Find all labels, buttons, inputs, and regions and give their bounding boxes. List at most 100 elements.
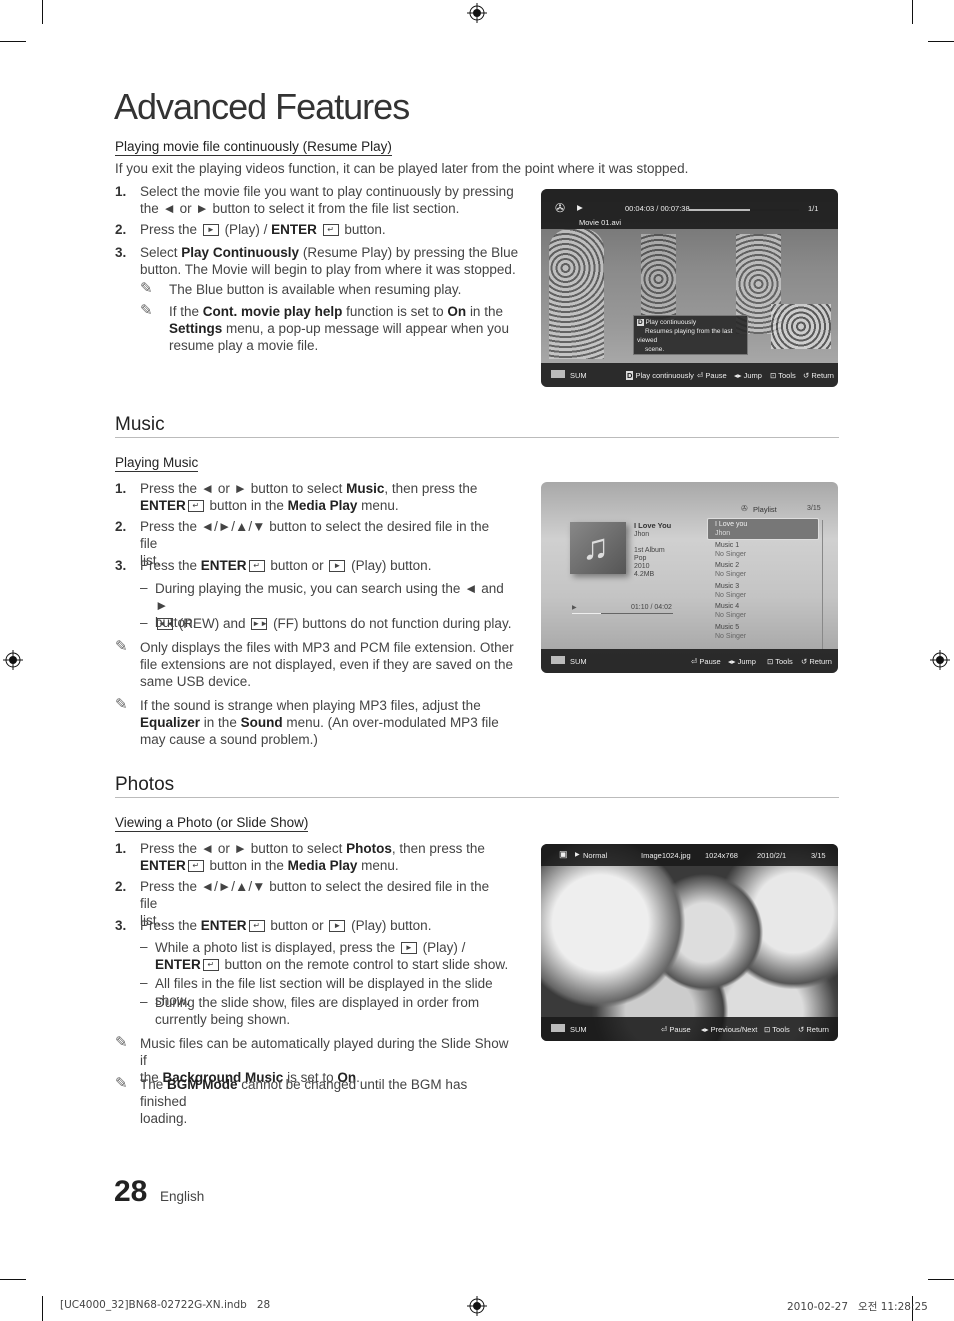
- previous-next-hint[interactable]: ◂▸ Previous/Next: [701, 1025, 757, 1034]
- return-hint[interactable]: ↺ Return: [798, 1025, 829, 1034]
- enter-key-icon: ↵: [187, 500, 204, 513]
- enter-key-label: ENTER: [140, 498, 186, 513]
- enter-key-icon: ↵: [248, 920, 265, 933]
- crop-mark: [928, 41, 954, 42]
- jump-hint[interactable]: ◂▸ Jump: [734, 371, 762, 380]
- movie-time: 00:04:03 / 00:07:38: [625, 204, 690, 213]
- section-divider: [115, 437, 839, 438]
- playlist-item-artist: No Singer: [715, 612, 747, 619]
- hint-label: Pause: [705, 371, 727, 380]
- step-text: button.: [344, 222, 386, 237]
- step-text: (Play) button.: [351, 918, 432, 933]
- photos-note-2: The BGM Mode cannot be changed until the…: [140, 1076, 515, 1127]
- hint-label: Tools: [772, 1025, 790, 1034]
- step-number: 1.: [115, 481, 127, 496]
- note-text: Only displays the files with MP3 and PCM…: [140, 640, 514, 655]
- slideshow-mode: Normal: [583, 851, 608, 860]
- left-right-arrows-icon: ◂▸: [728, 657, 736, 666]
- tools-hint[interactable]: ⊡ Tools: [770, 371, 796, 380]
- music-note-1: Only displays the files with MP3 and PCM…: [140, 639, 515, 690]
- crop-mark: [42, 1296, 43, 1321]
- note-text-part: menu, a pop-up message will appear when …: [226, 321, 509, 336]
- playlist-item[interactable]: Music 4 No Singer: [715, 602, 823, 620]
- playlist-icon: ✇: [741, 504, 748, 513]
- step-text: Press the ◄ or ► button to select: [140, 481, 343, 496]
- fast-forward-key-icon: ►►: [251, 618, 269, 631]
- photo-top-bar: ▣ ▶ Normal Image1024.jpg 1024x768 2010/2…: [541, 844, 838, 866]
- registration-mark-icon: [3, 650, 23, 670]
- step-text: menu.: [361, 858, 399, 873]
- resume-heading: Playing movie file continuously (Resume …: [115, 139, 392, 156]
- hint-label: Return: [811, 371, 834, 380]
- photos-step-3: Press the ENTER ↵ button or ► (Play) butt…: [140, 917, 510, 934]
- usb-device-icon: [551, 1024, 565, 1032]
- playlist-item[interactable]: Music 5 No Singer: [715, 623, 823, 641]
- bold-term: Media Play: [287, 498, 358, 513]
- pause-hint[interactable]: ⏎ Pause: [661, 1025, 691, 1034]
- movie-player-screenshot: ✇ ▶ 00:04:03 / 00:07:38 1/1 Movie 01.avi…: [541, 189, 838, 387]
- bold-term: BGM Mode: [167, 1077, 238, 1092]
- step-text: (Play) button.: [351, 558, 432, 573]
- movie-top-bar: ✇ ▶ 00:04:03 / 00:07:38 1/1 Movie 01.avi: [541, 189, 838, 229]
- step-text: button or: [270, 558, 324, 573]
- hint-label: Previous/Next: [710, 1025, 758, 1034]
- step-number: 2.: [115, 222, 127, 237]
- playlist-item[interactable]: I Love you Jhon: [715, 520, 823, 538]
- tools-icon: ⊡: [764, 1025, 771, 1034]
- playlist-item[interactable]: Music 3 No Singer: [715, 582, 823, 600]
- dash-bullet: –: [140, 580, 148, 595]
- music-player-screenshot: ✇ Playlist 3/15 ♫ I Love You Jhon 1st Al…: [541, 482, 838, 673]
- play-key-icon: ►: [329, 920, 346, 933]
- dash-text: currently being shown.: [155, 1012, 291, 1027]
- bold-term: Media Play: [287, 858, 358, 873]
- play-state-icon: ▶: [572, 605, 577, 611]
- return-icon: ↺: [803, 371, 810, 380]
- note-text: loading.: [140, 1111, 188, 1126]
- hint-label: Play continuously: [635, 371, 694, 380]
- step-number: 3.: [115, 245, 127, 260]
- pause-hint[interactable]: ⏎ Pause: [697, 371, 727, 380]
- playlist-item-title: Music 5: [715, 623, 740, 631]
- enter-key-icon: ↵: [248, 560, 265, 573]
- step-text: button in the: [209, 498, 284, 513]
- enter-key-label: ENTER: [200, 918, 247, 933]
- section-divider: [115, 797, 839, 798]
- return-hint[interactable]: ↺ Return: [801, 657, 832, 666]
- playlist-item[interactable]: Music 2 No Singer: [715, 561, 823, 579]
- pause-hint[interactable]: ⏎ Pause: [691, 657, 721, 666]
- play-key-icon: ►: [400, 942, 417, 955]
- note-text: If the Cont. movie play help function is…: [169, 303, 514, 354]
- device-label: SUM: [570, 657, 587, 666]
- play-continuously-hint[interactable]: D Play continuously: [626, 371, 694, 380]
- playlist-scrollbar[interactable]: [822, 520, 823, 650]
- bold-term: Cont. movie play help: [202, 304, 343, 319]
- track-genre: Pop: [634, 555, 647, 562]
- page-number: 28: [114, 1175, 148, 1208]
- tools-hint[interactable]: ⊡ Tools: [767, 657, 793, 666]
- crop-mark: [912, 0, 913, 24]
- movie-bottom-bar: SUM D Play continuously ⏎ Pause ◂▸ Jump …: [541, 363, 838, 387]
- step-text: (Play) /: [224, 222, 268, 237]
- playlist-item[interactable]: Music 1 No Singer: [715, 541, 823, 559]
- jump-hint[interactable]: ◂▸ Jump: [728, 657, 756, 666]
- movie-progress-bar: [689, 209, 799, 211]
- return-hint[interactable]: ↺ Return: [803, 371, 834, 380]
- rewind-key-icon: ◄◄: [157, 618, 174, 631]
- return-icon: ↺: [801, 657, 808, 666]
- track-title: I Love You: [634, 521, 672, 530]
- music-step-1: Press the ◄ or ► button to select Music,…: [140, 480, 510, 514]
- music-time: 01:10 / 04:02: [631, 604, 672, 611]
- music-dash-2: ◄◄ (REW) and ►► (FF) buttons do not func…: [155, 615, 515, 632]
- hint-label: Pause: [699, 657, 721, 666]
- track-album: 1st Album: [634, 547, 665, 554]
- bold-term: On: [447, 304, 467, 319]
- playlist-item-title: Music 1: [715, 541, 740, 549]
- registration-mark-icon: [930, 650, 950, 670]
- track-year: 2010: [634, 563, 650, 570]
- section-title-music: Music: [115, 414, 165, 435]
- enter-key-label: ENTER: [200, 558, 247, 573]
- tools-hint[interactable]: ⊡ Tools: [764, 1025, 790, 1034]
- note-pencil-icon: ✎: [115, 1075, 128, 1092]
- step-text: Press the: [140, 222, 198, 237]
- enter-key-icon: ⏎: [697, 371, 704, 380]
